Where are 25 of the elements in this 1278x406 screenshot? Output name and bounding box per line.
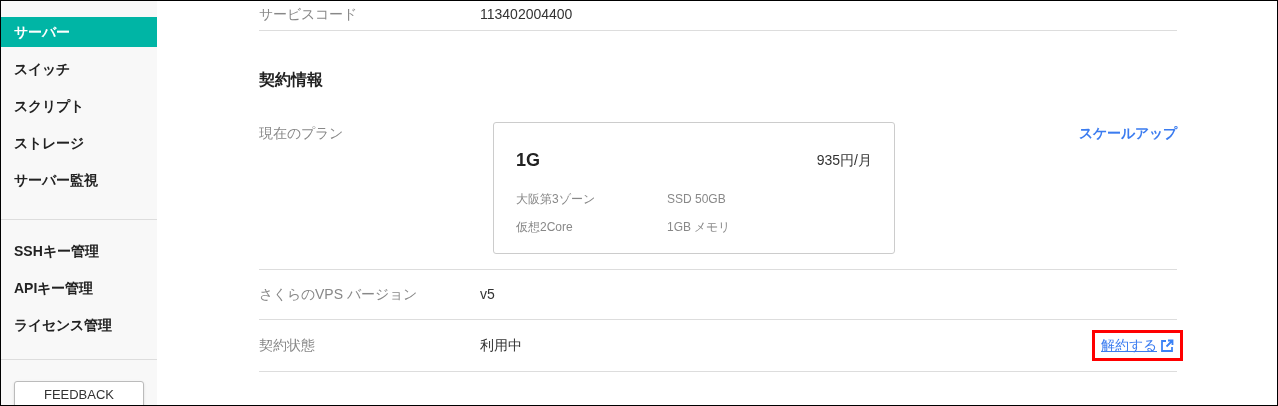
sidebar-item[interactable]: スイッチ xyxy=(1,54,157,84)
plan-spec: 大阪第3ゾーン xyxy=(516,191,596,208)
sidebar-item[interactable]: サーバー監視 xyxy=(1,165,157,195)
field-label: サービスコード xyxy=(259,5,358,24)
field-label: さくらのVPS バージョン xyxy=(259,285,418,304)
plan-spec: 1GB メモリ xyxy=(667,219,732,236)
field-value: 113402004400 xyxy=(480,5,573,24)
sidebar-item[interactable]: ライセンス管理 xyxy=(1,310,157,340)
feedback-button[interactable]: FEEDBACK xyxy=(14,381,144,405)
field-label: 現在のプラン xyxy=(259,124,344,143)
sidebar-item[interactable]: APIキー管理 xyxy=(1,273,157,303)
sidebar-item[interactable]: ストレージ xyxy=(1,128,157,158)
field-value: v5 xyxy=(480,285,495,304)
field-label: 契約状態 xyxy=(259,336,316,355)
sidebar-item[interactable]: SSHキー管理 xyxy=(1,236,157,266)
section-heading: 契約情報 xyxy=(259,70,324,90)
cancel-link[interactable]: 解約する xyxy=(1092,330,1183,361)
scale-up-link[interactable]: スケールアップ xyxy=(1079,123,1177,144)
external-link-icon xyxy=(1160,338,1174,353)
plan-spec: SSD 50GB xyxy=(667,191,727,208)
plan-spec: 仮想2Core xyxy=(516,219,574,236)
field-value: 利用中 xyxy=(480,336,523,355)
sidebar-item[interactable]: スクリプト xyxy=(1,91,157,121)
plan-name: 1G xyxy=(516,149,540,172)
plan-price: 935円/月 xyxy=(816,151,872,170)
